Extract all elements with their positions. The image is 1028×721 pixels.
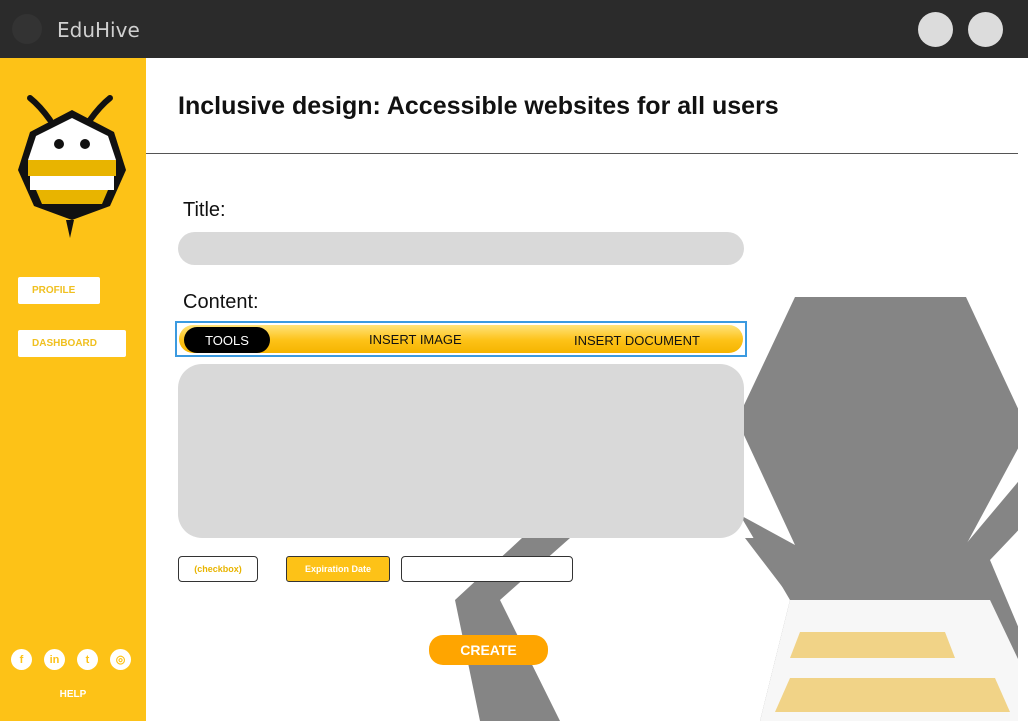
insert-image-button[interactable]: INSERT IMAGE xyxy=(369,332,462,347)
content-label: Content: xyxy=(183,291,259,313)
sidebar-item-profile[interactable]: PROFILE xyxy=(18,277,100,304)
linkedin-icon[interactable]: in xyxy=(44,649,65,670)
page-title: Inclusive design: Accessible websites fo… xyxy=(178,92,779,120)
facebook-icon[interactable]: f xyxy=(11,649,32,670)
sidebar-item-dashboard[interactable]: DASHBOARD xyxy=(18,330,126,357)
window-button-1[interactable] xyxy=(918,12,953,47)
sidebar-item-label: PROFILE xyxy=(32,285,76,296)
title-input[interactable] xyxy=(178,232,744,265)
twitter-icon[interactable]: t xyxy=(77,649,98,670)
sidebar-item-label: DASHBOARD xyxy=(32,338,97,349)
instagram-icon[interactable]: ◎ xyxy=(110,649,131,670)
sidebar: PROFILE DASHBOARD f in t ◎ HELP xyxy=(0,58,146,721)
stripe-lower xyxy=(775,678,1010,712)
window-button-2[interactable] xyxy=(968,12,1003,47)
title-label: Title: xyxy=(183,199,226,221)
app-title: EduHive xyxy=(57,18,140,42)
bee-logo-icon xyxy=(18,95,126,238)
top-bar: EduHive xyxy=(0,0,1028,58)
checkbox[interactable]: (checkbox) xyxy=(178,556,258,582)
header-divider xyxy=(146,153,1018,154)
hex-top xyxy=(737,297,1018,545)
content-textarea[interactable] xyxy=(178,364,744,538)
stripe-upper xyxy=(790,632,955,658)
expiration-date-input[interactable] xyxy=(401,556,573,582)
help-link[interactable]: HELP xyxy=(0,689,146,700)
page: EduHive PROFILE DASHBOARD f in t ◎ HELP xyxy=(0,0,1028,721)
app-logo-icon xyxy=(12,14,42,44)
toolbar-bar: TOOLS INSERT IMAGE INSERT DOCUMENT xyxy=(179,325,743,353)
content-toolbar: TOOLS INSERT IMAGE INSERT DOCUMENT xyxy=(175,321,747,357)
expiration-date-button[interactable]: Expiration Date xyxy=(286,556,390,582)
insert-document-button[interactable]: INSERT DOCUMENT xyxy=(574,333,700,348)
create-button[interactable]: CREATE xyxy=(429,635,548,665)
tools-button[interactable]: TOOLS xyxy=(184,327,270,353)
